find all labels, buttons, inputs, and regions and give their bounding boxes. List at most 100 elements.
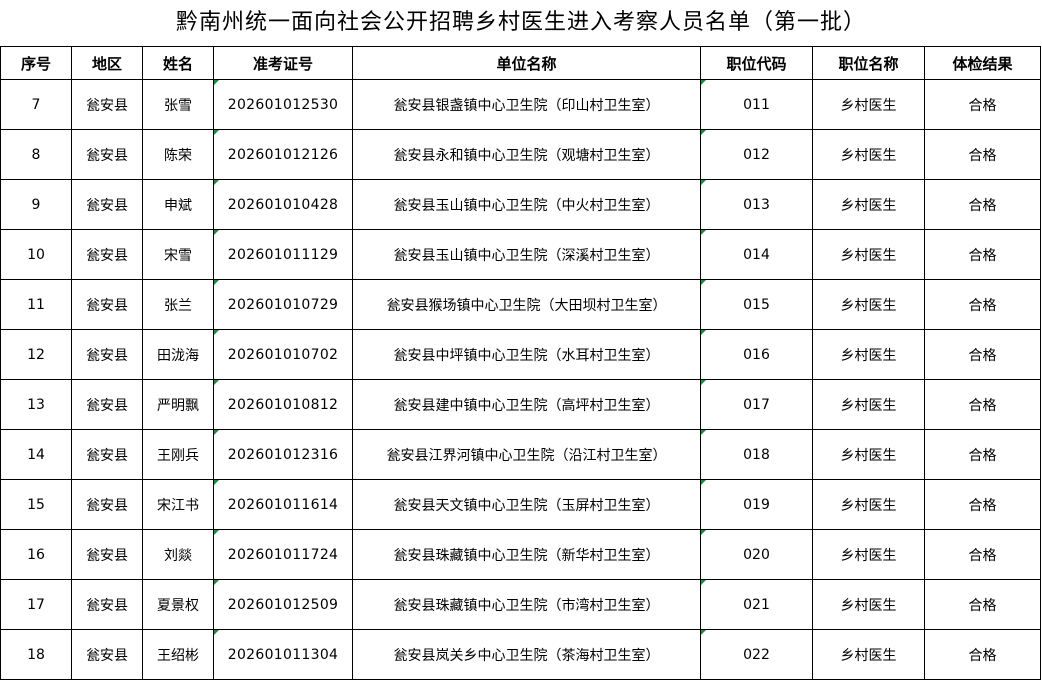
cell-exam-result[interactable]: 合格 xyxy=(924,329,1041,380)
cell-seq[interactable]: 14 xyxy=(0,429,72,480)
cell-unit-name[interactable]: 瓮安县建中镇中心卫生院（高坪村卫生室） xyxy=(352,379,701,430)
cell-position-name[interactable]: 乡村医生 xyxy=(812,179,925,230)
cell-position-code[interactable]: 016 xyxy=(700,329,813,380)
cell-unit-name[interactable]: 瓮安县猴场镇中心卫生院（大田坝村卫生室） xyxy=(352,279,701,330)
cell-name[interactable]: 陈荣 xyxy=(142,129,214,180)
cell-name[interactable]: 王刚兵 xyxy=(142,429,214,480)
cell-ticket-no[interactable]: 202601011129 xyxy=(213,229,353,280)
cell-position-code[interactable]: 018 xyxy=(700,429,813,480)
cell-unit-name[interactable]: 瓮安县银盏镇中心卫生院（印山村卫生室） xyxy=(352,79,701,130)
cell-name[interactable]: 严明飘 xyxy=(142,379,214,430)
cell-position-code[interactable]: 017 xyxy=(700,379,813,430)
cell-seq[interactable]: 16 xyxy=(0,529,72,580)
cell-region[interactable]: 瓮安县 xyxy=(71,329,143,380)
cell-seq[interactable]: 10 xyxy=(0,229,72,280)
cell-exam-result[interactable]: 合格 xyxy=(924,629,1041,680)
cell-ticket-no[interactable]: 202601012126 xyxy=(213,129,353,180)
cell-position-name[interactable]: 乡村医生 xyxy=(812,579,925,630)
cell-region[interactable]: 瓮安县 xyxy=(71,479,143,530)
cell-ticket-no[interactable]: 202601012509 xyxy=(213,579,353,630)
cell-unit-name[interactable]: 瓮安县玉山镇中心卫生院（中火村卫生室） xyxy=(352,179,701,230)
cell-seq[interactable]: 13 xyxy=(0,379,72,430)
cell-seq[interactable]: 18 xyxy=(0,629,72,680)
cell-seq[interactable]: 12 xyxy=(0,329,72,380)
cell-unit-name[interactable]: 瓮安县天文镇中心卫生院（玉屏村卫生室） xyxy=(352,479,701,530)
cell-name[interactable]: 王绍彬 xyxy=(142,629,214,680)
cell-exam-result[interactable]: 合格 xyxy=(924,479,1041,530)
cell-exam-result[interactable]: 合格 xyxy=(924,379,1041,430)
cell-ticket-no[interactable]: 202601011614 xyxy=(213,479,353,530)
cell-unit-name[interactable]: 瓮安县永和镇中心卫生院（观塘村卫生室） xyxy=(352,129,701,180)
cell-region[interactable]: 瓮安县 xyxy=(71,79,143,130)
cell-exam-result[interactable]: 合格 xyxy=(924,429,1041,480)
cell-position-code[interactable]: 013 xyxy=(700,179,813,230)
cell-position-name[interactable]: 乡村医生 xyxy=(812,79,925,130)
cell-ticket-no[interactable]: 202601010428 xyxy=(213,179,353,230)
cell-position-name[interactable]: 乡村医生 xyxy=(812,429,925,480)
cell-region[interactable]: 瓮安县 xyxy=(71,379,143,430)
cell-unit-name[interactable]: 瓮安县玉山镇中心卫生院（深溪村卫生室） xyxy=(352,229,701,280)
cell-ticket-no[interactable]: 202601012316 xyxy=(213,429,353,480)
cell-exam-result[interactable]: 合格 xyxy=(924,279,1041,330)
cell-position-name[interactable]: 乡村医生 xyxy=(812,229,925,280)
cell-position-code[interactable]: 020 xyxy=(700,529,813,580)
cell-seq[interactable]: 7 xyxy=(0,79,72,130)
cell-ticket-no[interactable]: 202601012530 xyxy=(213,79,353,130)
cell-unit-name[interactable]: 瓮安县珠藏镇中心卫生院（市湾村卫生室） xyxy=(352,579,701,630)
cell-position-name[interactable]: 乡村医生 xyxy=(812,479,925,530)
cell-position-code[interactable]: 014 xyxy=(700,229,813,280)
cell-ticket-no[interactable]: 202601011304 xyxy=(213,629,353,680)
cell-seq[interactable]: 8 xyxy=(0,129,72,180)
cell-region[interactable]: 瓮安县 xyxy=(71,229,143,280)
cell-position-code[interactable]: 012 xyxy=(700,129,813,180)
cell-exam-result[interactable]: 合格 xyxy=(924,529,1041,580)
cell-name[interactable]: 张雪 xyxy=(142,79,214,130)
cell-position-code[interactable]: 019 xyxy=(700,479,813,530)
cell-region[interactable]: 瓮安县 xyxy=(71,179,143,230)
cell-name[interactable]: 刘燚 xyxy=(142,529,214,580)
cell-position-name[interactable]: 乡村医生 xyxy=(812,379,925,430)
cell-name[interactable]: 张兰 xyxy=(142,279,214,330)
cell-position-name[interactable]: 乡村医生 xyxy=(812,329,925,380)
cell-position-code[interactable]: 022 xyxy=(700,629,813,680)
cell-position-name[interactable]: 乡村医生 xyxy=(812,129,925,180)
cell-unit-name[interactable]: 瓮安县珠藏镇中心卫生院（新华村卫生室） xyxy=(352,529,701,580)
cell-region[interactable]: 瓮安县 xyxy=(71,279,143,330)
cell-ticket-no[interactable]: 202601010812 xyxy=(213,379,353,430)
cell-position-code[interactable]: 011 xyxy=(700,79,813,130)
cell-region[interactable]: 瓮安县 xyxy=(71,629,143,680)
header-region[interactable]: 地区 xyxy=(71,46,143,80)
cell-region[interactable]: 瓮安县 xyxy=(71,529,143,580)
cell-position-code[interactable]: 015 xyxy=(700,279,813,330)
cell-position-name[interactable]: 乡村医生 xyxy=(812,629,925,680)
cell-position-name[interactable]: 乡村医生 xyxy=(812,529,925,580)
header-position-code[interactable]: 职位代码 xyxy=(700,46,813,80)
cell-exam-result[interactable]: 合格 xyxy=(924,129,1041,180)
cell-exam-result[interactable]: 合格 xyxy=(924,579,1041,630)
cell-name[interactable]: 夏景权 xyxy=(142,579,214,630)
cell-region[interactable]: 瓮安县 xyxy=(71,129,143,180)
cell-unit-name[interactable]: 瓮安县江界河镇中心卫生院（沿江村卫生室） xyxy=(352,429,701,480)
cell-seq[interactable]: 11 xyxy=(0,279,72,330)
cell-seq[interactable]: 15 xyxy=(0,479,72,530)
header-exam-result[interactable]: 体检结果 xyxy=(924,46,1041,80)
cell-seq[interactable]: 9 xyxy=(0,179,72,230)
cell-ticket-no[interactable]: 202601011724 xyxy=(213,529,353,580)
header-seq[interactable]: 序号 xyxy=(0,46,72,80)
header-position-name[interactable]: 职位名称 xyxy=(812,46,925,80)
cell-name[interactable]: 宋江书 xyxy=(142,479,214,530)
cell-exam-result[interactable]: 合格 xyxy=(924,229,1041,280)
cell-name[interactable]: 申斌 xyxy=(142,179,214,230)
header-ticket-no[interactable]: 准考证号 xyxy=(213,46,353,80)
cell-position-code[interactable]: 021 xyxy=(700,579,813,630)
cell-position-name[interactable]: 乡村医生 xyxy=(812,279,925,330)
cell-seq[interactable]: 17 xyxy=(0,579,72,630)
cell-name[interactable]: 田泷海 xyxy=(142,329,214,380)
cell-unit-name[interactable]: 瓮安县岚关乡中心卫生院（茶海村卫生室） xyxy=(352,629,701,680)
cell-ticket-no[interactable]: 202601010729 xyxy=(213,279,353,330)
cell-name[interactable]: 宋雪 xyxy=(142,229,214,280)
cell-region[interactable]: 瓮安县 xyxy=(71,429,143,480)
cell-unit-name[interactable]: 瓮安县中坪镇中心卫生院（水耳村卫生室） xyxy=(352,329,701,380)
cell-ticket-no[interactable]: 202601010702 xyxy=(213,329,353,380)
cell-exam-result[interactable]: 合格 xyxy=(924,79,1041,130)
